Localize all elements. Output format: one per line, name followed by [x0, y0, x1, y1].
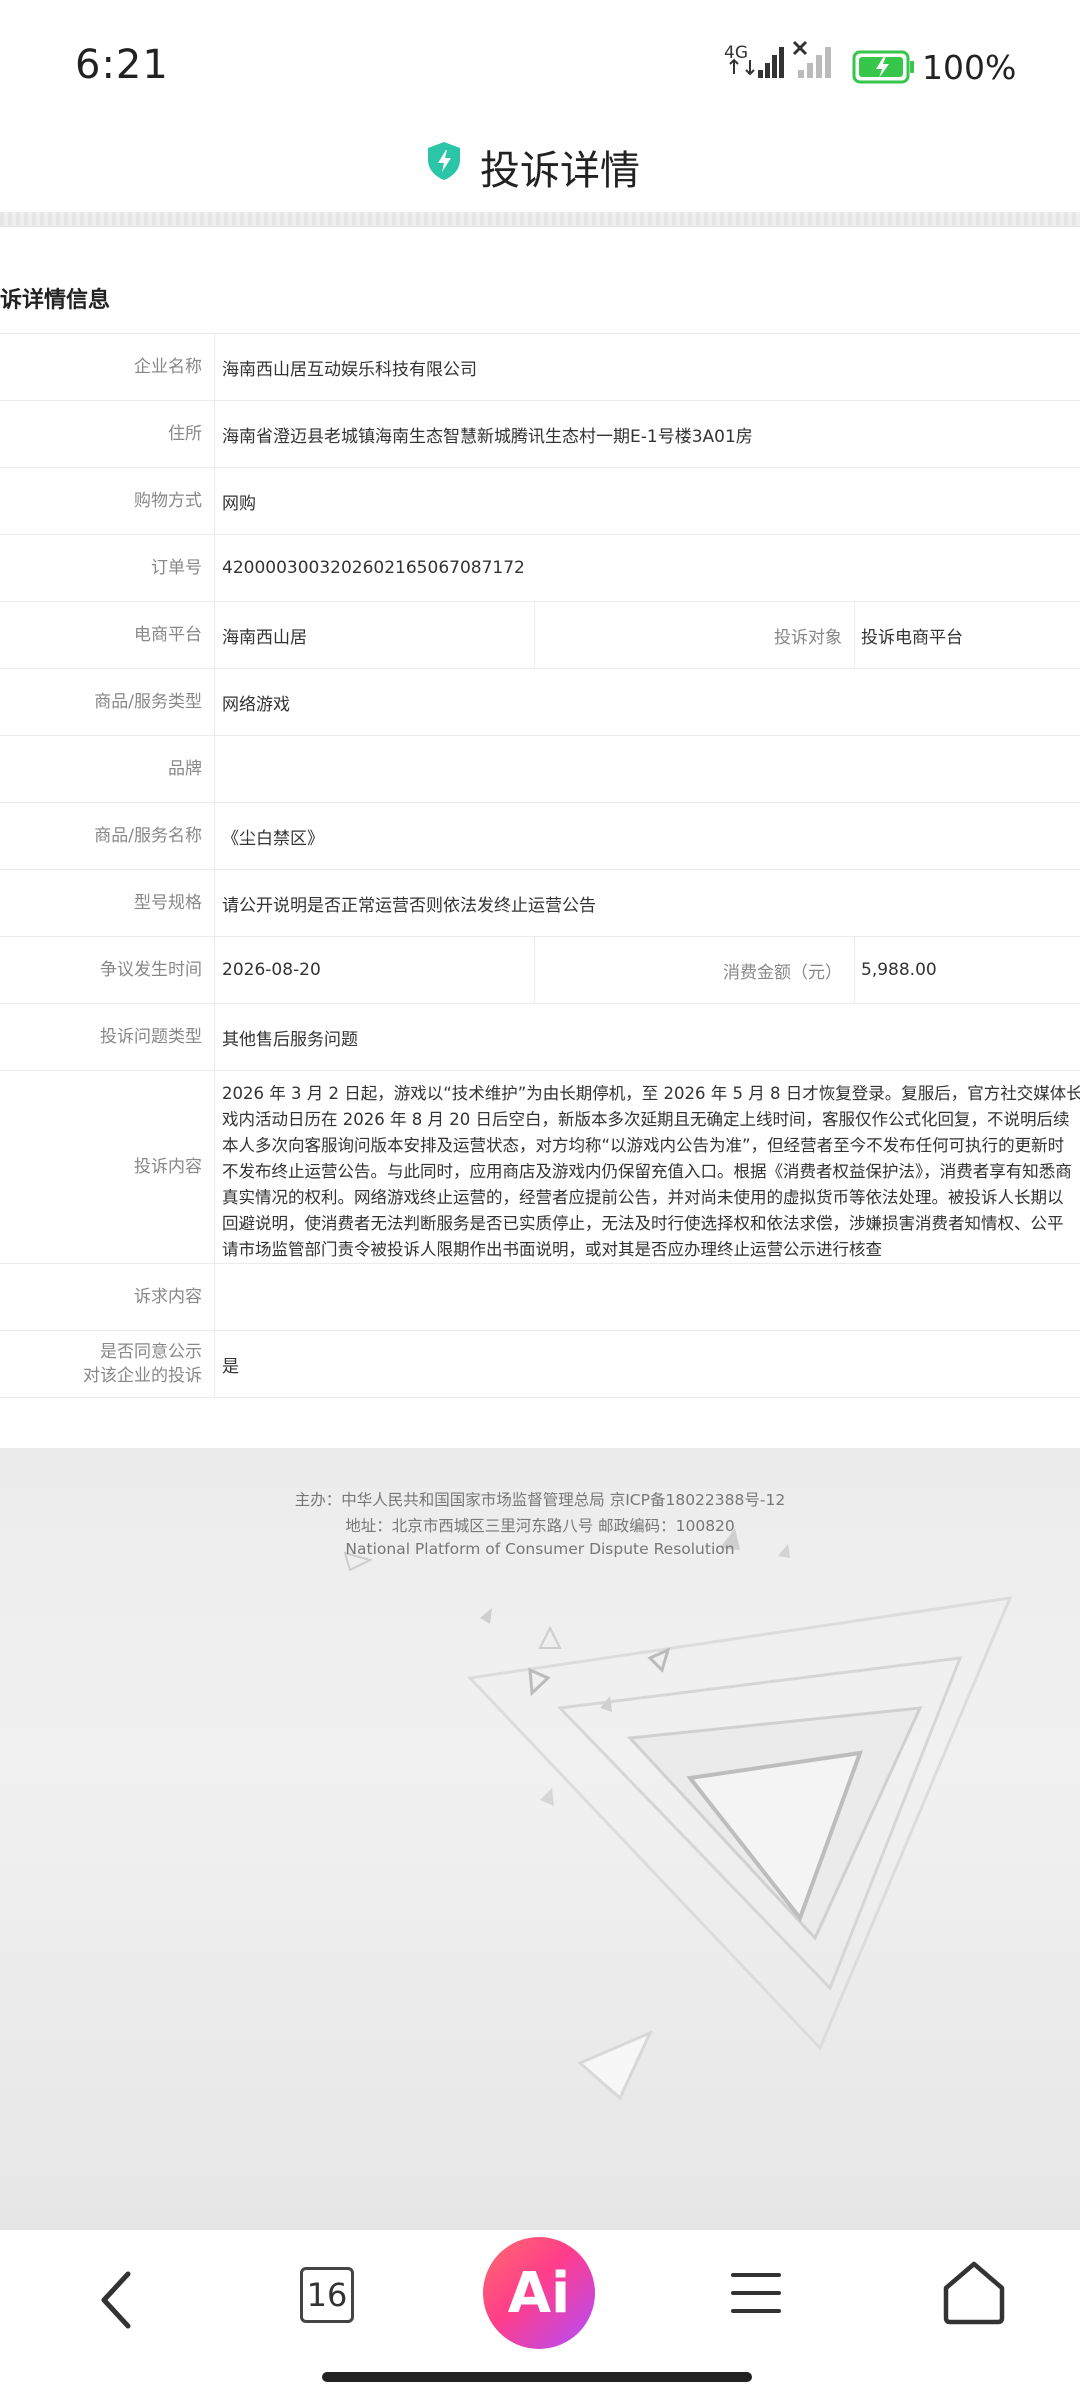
content-line: 戏内活动日历在 2026 年 8 月 20 日后空白，新版本多次延期且无确定上线… — [222, 1110, 1070, 1129]
table-row-order: 订单号 4200003003202602165067087172 — [0, 534, 1080, 601]
signal-no-sim-icon — [792, 40, 831, 78]
table-row-dispute-time: 争议发生时间 2026-08-20 消费金额（元） 5,988.00 — [0, 936, 1080, 1003]
table-row-content: 投诉内容 2026 年 3 月 2 日起，游戏以“技术维护”为由长期停机，至 2… — [0, 1070, 1080, 1263]
svg-text:4G: 4G — [724, 43, 748, 63]
footer-english-name: National Platform of Consumer Dispute Re… — [345, 1540, 735, 1558]
label-publicity-line1: 是否同意公示 — [100, 1342, 202, 1362]
ai-assistant-button[interactable]: Ai — [483, 2237, 595, 2349]
value-order-no: 4200003003202602165067087172 — [222, 558, 525, 578]
label-goods-type: 商品/服务类型 — [0, 669, 215, 735]
content-line: 不发布终止运营公告。与此同时，应用商店及游戏内仍保留充值入口。根据《消费者权益保… — [222, 1162, 1072, 1181]
gesture-home-indicator[interactable] — [322, 2372, 752, 2382]
battery-percent: 100% — [922, 48, 1017, 87]
table-row-publicity: 是否同意公示 对该企业的投诉 是 — [0, 1330, 1080, 1398]
table-row-brand: 品牌 — [0, 735, 1080, 802]
value-model: 请公开说明是否正常运营否则依法发终止运营公告 — [222, 895, 596, 916]
content-line: 回避说明，使消费者无法判断服务是否已实质停止，无法及时行使选择权和依法求偿，涉嫌… — [222, 1214, 1064, 1233]
content-line: 本人多次向客服询问版本安排及运营状态，对方均称“以游戏内公告为准”，但经营者至今… — [222, 1136, 1065, 1155]
table-row-goods-type: 商品/服务类型 网络游戏 — [0, 668, 1080, 735]
value-company-name: 海南西山居互动娱乐科技有限公司 — [222, 359, 477, 380]
table-row-issue-type: 投诉问题类型 其他售后服务问题 — [0, 1003, 1080, 1070]
home-icon[interactable] — [940, 2258, 1008, 2326]
label-platform: 电商平台 — [0, 602, 215, 668]
value-address: 海南省澄迈县老城镇海南生态智慧新城腾讯生态村一期E-1号楼3A01房 — [222, 426, 753, 447]
value-purchase-method: 网购 — [222, 493, 256, 514]
label-content: 投诉内容 — [0, 1071, 215, 1263]
status-bar: 6:21 4G 4G 100% — [0, 0, 1080, 130]
value-goods-name: 《尘白禁区》 — [222, 828, 324, 849]
label-model: 型号规格 — [0, 870, 215, 936]
table-row-request: 诉求内容 — [0, 1263, 1080, 1330]
label-request: 诉求内容 — [0, 1264, 215, 1330]
label-publicity-line2: 对该企业的投诉 — [83, 1366, 202, 1386]
page-title: 投诉详情 — [480, 148, 640, 194]
battery-charging-icon — [852, 50, 914, 84]
status-time: 6:21 — [75, 42, 169, 88]
label-publicity: 是否同意公示 对该企业的投诉 — [0, 1331, 215, 1397]
complaint-details-table: 企业名称 海南西山居互动娱乐科技有限公司 住所 海南省澄迈县老城镇海南生态智慧新… — [0, 333, 1080, 1398]
table-row-platform: 电商平台 海南西山居 投诉对象 投诉电商平台 — [0, 601, 1080, 668]
footer-triangle-decoration — [343, 1528, 1013, 2101]
table-row-model: 型号规格 请公开说明是否正常运营否则依法发终止运营公告 — [0, 869, 1080, 936]
label-complaint-target: 投诉对象 — [535, 602, 855, 668]
table-row-goods-name: 商品/服务名称 《尘白禁区》 — [0, 802, 1080, 869]
value-amount: 5,988.00 — [861, 960, 937, 980]
header-divider-band — [0, 212, 1080, 227]
tabs-count-button[interactable]: 16 — [300, 2267, 354, 2323]
label-address: 住所 — [0, 401, 215, 467]
table-row-purchase: 购物方式 网购 — [0, 467, 1080, 534]
shield-icon — [428, 142, 460, 180]
label-amount: 消费金额（元） — [535, 937, 855, 1003]
menu-icon[interactable] — [730, 2270, 782, 2316]
label-order-no: 订单号 — [0, 535, 215, 601]
value-issue-type: 其他售后服务问题 — [222, 1029, 358, 1050]
content-line: 真实情况的权利。网络游戏终止运营的，经营者应提前公告，并对尚未使用的虚拟货币等依… — [222, 1188, 1064, 1207]
label-purchase-method: 购物方式 — [0, 468, 215, 534]
table-row-address: 住所 海南省澄迈县老城镇海南生态智慧新城腾讯生态村一期E-1号楼3A01房 — [0, 400, 1080, 467]
label-issue-type: 投诉问题类型 — [0, 1004, 215, 1070]
table-row-company: 企业名称 海南西山居互动娱乐科技有限公司 — [0, 333, 1080, 400]
section-title: 诉详情信息 — [0, 288, 111, 313]
label-brand: 品牌 — [0, 736, 215, 802]
value-publicity: 是 — [222, 1356, 239, 1377]
label-company-name: 企业名称 — [0, 334, 215, 400]
value-goods-type: 网络游戏 — [222, 694, 290, 715]
footer-sponsor: 主办：中华人民共和国国家市场监督管理总局 京ICP备18022388号-12 — [294, 1491, 786, 1509]
label-goods-name: 商品/服务名称 — [0, 803, 215, 869]
value-complaint-target: 投诉电商平台 — [861, 627, 963, 648]
label-dispute-time: 争议发生时间 — [0, 937, 215, 1003]
back-arrow-icon[interactable] — [80, 2260, 160, 2340]
content-line: 2026 年 3 月 2 日起，游戏以“技术维护”为由长期停机，至 2026 年… — [222, 1084, 1080, 1103]
footer-address: 地址：北京市西城区三里河东路八号 邮政编码：100820 — [345, 1517, 735, 1535]
value-platform: 海南西山居 — [222, 602, 535, 668]
value-content: 2026 年 3 月 2 日起，游戏以“技术维护”为由长期停机，至 2026 年… — [222, 1081, 1080, 1263]
signal-4g-icon: 4G — [724, 43, 784, 78]
value-dispute-time: 2026-08-20 — [222, 937, 535, 1003]
content-line: 请市场监管部门责令被投诉人限期作出书面说明，或对其是否应办理终止运营公示进行核查 — [222, 1240, 882, 1259]
page-footer: 主办：中华人民共和国国家市场监督管理总局 京ICP备18022388号-12 地… — [0, 1448, 1080, 2230]
